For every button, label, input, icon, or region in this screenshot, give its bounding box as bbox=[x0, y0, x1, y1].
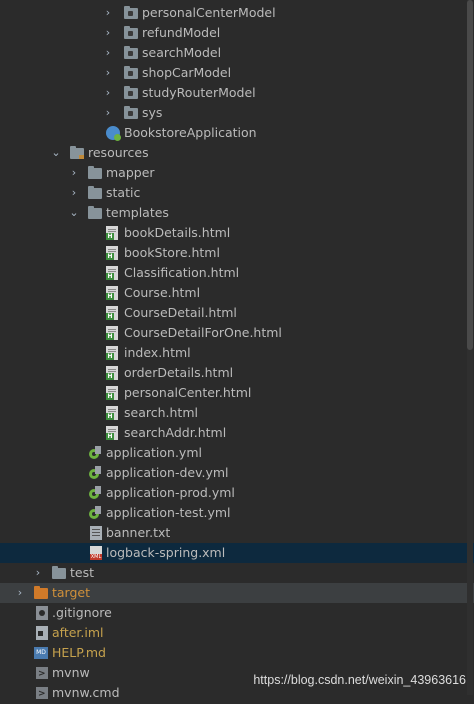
chevron-right-icon[interactable]: › bbox=[102, 23, 114, 43]
watermark: https://blog.csdn.net/weixin_43963616 bbox=[253, 673, 466, 687]
chevron-right-icon[interactable]: › bbox=[32, 563, 44, 583]
tree-item-yml-file[interactable]: application.yml bbox=[0, 443, 474, 463]
tree-item-mapper[interactable]: › mapper bbox=[0, 163, 474, 183]
chevron-down-icon[interactable]: ⌄ bbox=[68, 203, 80, 223]
html-file-icon: H bbox=[106, 306, 118, 320]
tree-item-html-file[interactable]: H orderDetails.html bbox=[0, 363, 474, 383]
xml-file-icon: XML bbox=[90, 546, 102, 560]
package-folder-icon bbox=[124, 6, 138, 19]
tree-item-shopCarModel[interactable]: › shopCarModel bbox=[0, 63, 474, 83]
resources-folder-icon bbox=[70, 146, 84, 159]
tree-item-html-file[interactable]: H searchAddr.html bbox=[0, 423, 474, 443]
spring-boot-class-icon bbox=[106, 126, 121, 141]
chevron-right-icon[interactable]: › bbox=[102, 103, 114, 123]
html-file-icon: H bbox=[106, 326, 118, 340]
tree-item-templates[interactable]: ⌄ templates bbox=[0, 203, 474, 223]
tree-item-refundModel[interactable]: › refundModel bbox=[0, 23, 474, 43]
shell-script-icon bbox=[36, 664, 48, 684]
html-file-icon: H bbox=[106, 246, 118, 260]
spring-yml-icon bbox=[88, 486, 102, 500]
tree-item-html-file[interactable]: H Course.html bbox=[0, 283, 474, 303]
folder-icon bbox=[52, 566, 66, 579]
tree-item-studyRouterModel[interactable]: › studyRouterModel bbox=[0, 83, 474, 103]
chevron-right-icon[interactable]: › bbox=[102, 3, 114, 23]
tree-item-banner-txt[interactable]: banner.txt bbox=[0, 523, 474, 543]
tree-item-html-file[interactable]: H personalCenter.html bbox=[0, 383, 474, 403]
chevron-down-icon[interactable]: ⌄ bbox=[50, 143, 62, 163]
spring-yml-icon bbox=[88, 506, 102, 520]
html-file-icon: H bbox=[106, 406, 118, 420]
chevron-right-icon[interactable]: › bbox=[14, 583, 26, 603]
project-tree: › personalCenterModel › refundModel › se… bbox=[0, 3, 474, 704]
iml-file-icon bbox=[36, 626, 48, 640]
spring-yml-icon bbox=[88, 466, 102, 480]
cmd-script-icon bbox=[36, 684, 48, 704]
tree-item-resources[interactable]: ⌄ resources bbox=[0, 143, 474, 163]
vertical-scrollbar[interactable] bbox=[467, 0, 473, 695]
spring-yml-icon bbox=[88, 446, 102, 460]
tree-item-test[interactable]: › test bbox=[0, 563, 474, 583]
folder-icon bbox=[88, 206, 102, 219]
tree-item-sys[interactable]: › sys bbox=[0, 103, 474, 123]
package-folder-icon bbox=[124, 46, 138, 59]
chevron-right-icon[interactable]: › bbox=[102, 63, 114, 83]
tree-item-help-md[interactable]: MD HELP.md bbox=[0, 643, 474, 663]
html-file-icon: H bbox=[106, 286, 118, 300]
tree-item-html-file[interactable]: H CourseDetailForOne.html bbox=[0, 323, 474, 343]
tree-item-BookstoreApplication[interactable]: BookstoreApplication bbox=[0, 123, 474, 143]
folder-icon bbox=[88, 166, 102, 179]
tree-item-yml-file[interactable]: application-test.yml bbox=[0, 503, 474, 523]
scrollbar-thumb[interactable] bbox=[467, 0, 473, 350]
html-file-icon: H bbox=[106, 426, 118, 440]
tree-item-html-file[interactable]: H bookStore.html bbox=[0, 243, 474, 263]
chevron-right-icon[interactable]: › bbox=[102, 43, 114, 63]
tree-item-html-file[interactable]: H index.html bbox=[0, 343, 474, 363]
folder-icon bbox=[88, 186, 102, 199]
package-folder-icon bbox=[124, 66, 138, 79]
tree-item-yml-file[interactable]: application-dev.yml bbox=[0, 463, 474, 483]
html-file-icon: H bbox=[106, 366, 118, 380]
tree-item-target[interactable]: › target bbox=[0, 583, 474, 603]
package-folder-icon bbox=[124, 106, 138, 119]
html-file-icon: H bbox=[106, 226, 118, 240]
tree-item-yml-file[interactable]: application-prod.yml bbox=[0, 483, 474, 503]
package-folder-icon bbox=[124, 26, 138, 39]
tree-item-gitignore[interactable]: .gitignore bbox=[0, 603, 474, 623]
tree-item-html-file[interactable]: H search.html bbox=[0, 403, 474, 423]
text-file-icon bbox=[90, 526, 102, 540]
chevron-right-icon[interactable]: › bbox=[68, 183, 80, 203]
gitignore-file-icon bbox=[36, 606, 48, 620]
tree-item-logback-spring-xml[interactable]: XML logback-spring.xml bbox=[0, 543, 474, 563]
tree-item-after-iml[interactable]: after.iml bbox=[0, 623, 474, 643]
html-file-icon: H bbox=[106, 346, 118, 360]
tree-item-html-file[interactable]: H Classification.html bbox=[0, 263, 474, 283]
tree-item-html-file[interactable]: H CourseDetail.html bbox=[0, 303, 474, 323]
excluded-folder-icon bbox=[34, 586, 48, 599]
html-file-icon: H bbox=[106, 386, 118, 400]
html-file-icon: H bbox=[106, 266, 118, 280]
tree-item-personalCenterModel[interactable]: › personalCenterModel bbox=[0, 3, 474, 23]
chevron-right-icon[interactable]: › bbox=[102, 83, 114, 103]
chevron-right-icon[interactable]: › bbox=[68, 163, 80, 183]
tree-item-searchModel[interactable]: › searchModel bbox=[0, 43, 474, 63]
tree-item-static[interactable]: › static bbox=[0, 183, 474, 203]
markdown-file-icon: MD bbox=[34, 647, 48, 659]
tree-item-html-file[interactable]: H bookDetails.html bbox=[0, 223, 474, 243]
package-folder-icon bbox=[124, 86, 138, 99]
